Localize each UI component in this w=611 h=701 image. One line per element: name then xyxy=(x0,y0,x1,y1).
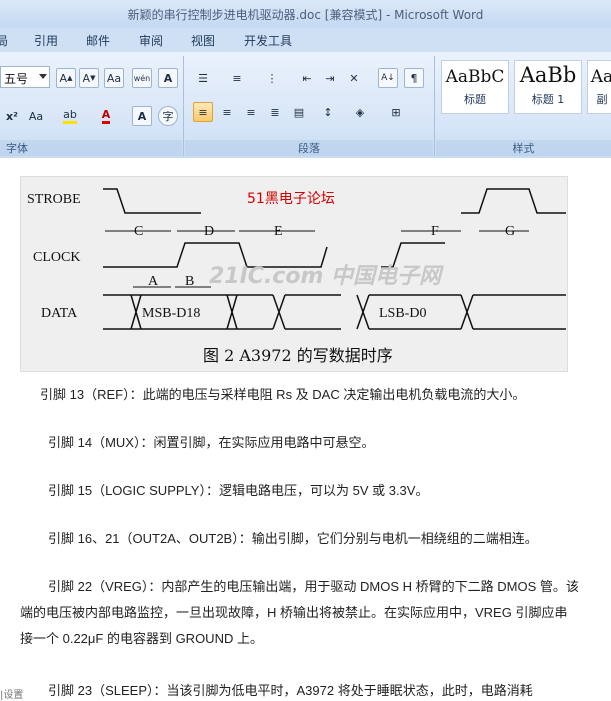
paragraph: 引脚 16、21（OUT2A、OUT2B）：输出引脚，它们分别与电机一相绕组的二… xyxy=(48,531,538,546)
chevron-down-icon xyxy=(39,74,47,79)
lsb-label: LSB-D0 xyxy=(379,306,426,321)
paragraph: 引脚 23（SLEEP）：当该引脚为低电平时，A3972 将处于睡眠状态，此时，… xyxy=(48,683,533,698)
style-preview: Aa xyxy=(590,67,611,87)
tab-references[interactable]: 引用 xyxy=(34,32,58,49)
font-color-button[interactable]: A xyxy=(96,106,116,126)
paragraph: 引脚 22（VREG）：内部产生的电压输出端，用于驱动 DMOS H 桥臂的下二… xyxy=(20,579,579,646)
style-subtitle[interactable]: Aa 副 xyxy=(587,60,611,114)
style-name: 标题 xyxy=(464,93,486,106)
align-center-button[interactable]: ≡ xyxy=(217,102,237,122)
align-right-button[interactable]: ≡ xyxy=(241,102,261,122)
char-border-button[interactable]: A xyxy=(158,68,178,88)
style-preview: AaBb xyxy=(519,63,577,87)
timing-diagram-image: STROBE CLOCK DATA 51黑电子论坛 C D E F G A B … xyxy=(20,176,568,372)
tab-view[interactable]: 视图 xyxy=(191,32,215,49)
style-heading-1[interactable]: AaBb 标题 1 xyxy=(514,60,582,114)
site-logo: 21IC.com 中国电子网 xyxy=(209,264,444,289)
char-shading-button[interactable]: A xyxy=(132,106,152,126)
grow-font-button[interactable]: A ▲ xyxy=(56,68,76,88)
style-preview: AaBbC xyxy=(445,67,505,87)
interval-label: F xyxy=(431,224,439,239)
figure-caption: 图 2 A3972 的写数据时序 xyxy=(203,346,393,365)
font-size-select[interactable]: 五号 xyxy=(0,66,50,88)
clock-label: CLOCK xyxy=(33,250,80,265)
document-page[interactable]: STROBE CLOCK DATA 51黑电子论坛 C D E F G A B … xyxy=(0,158,611,701)
line-spacing-icon[interactable]: ↕ xyxy=(318,102,338,122)
increase-indent-icon[interactable]: ⇥ xyxy=(320,68,340,88)
interval-label: B xyxy=(185,274,194,289)
tab-developer[interactable]: 开发工具 xyxy=(244,32,292,49)
align-left-button[interactable]: ≡ xyxy=(193,102,213,122)
style-name: 标题 1 xyxy=(531,93,565,106)
interval-label: A xyxy=(148,274,159,289)
tab-review[interactable]: 审阅 xyxy=(139,32,163,49)
window-title: 新颖的串行控制步进电机驱动器.doc [兼容模式] - Microsoft Wo… xyxy=(127,8,484,22)
superscript-button[interactable]: x² xyxy=(2,106,22,126)
paragraph: 引脚 13（REF）：此端的电压与采样电阻 Rs 及 DAC 决定输出电机负载电… xyxy=(40,387,526,402)
interval-label: D xyxy=(204,224,214,239)
phonetic-guide-button[interactable]: wén xyxy=(132,68,152,88)
tab-mailings[interactable]: 邮件 xyxy=(86,32,110,49)
style-name: 副 xyxy=(596,93,608,106)
strobe-label: STROBE xyxy=(27,192,81,207)
divider xyxy=(434,56,435,156)
group-label-font: 字体 xyxy=(0,140,182,156)
interval-label: C xyxy=(134,224,143,239)
ribbon-tabs: 局 引用 邮件 审阅 视图 开发工具 xyxy=(0,28,611,53)
chinese-layout-icon[interactable]: ✕ xyxy=(344,68,364,88)
divider xyxy=(183,56,184,156)
watermark-text: 51黑电子论坛 xyxy=(247,191,335,207)
shrink-font-button[interactable]: A ▼ xyxy=(79,68,99,88)
paragraph: 引脚 14（MUX）：闲置引脚，在实际应用电路中可悬空。 xyxy=(48,435,375,450)
paragraph: 引脚 15（LOGIC SUPPLY）：逻辑电路电压，可以为 5V 或 3.3V… xyxy=(48,483,429,498)
msb-label: MSB-D18 xyxy=(142,306,200,321)
data-label: DATA xyxy=(41,306,78,321)
status-corner: |设置 xyxy=(0,690,24,701)
justify-button[interactable]: ≣ xyxy=(265,102,285,122)
group-label-paragraph: 段落 xyxy=(185,140,433,156)
title-bar: 新颖的串行控制步进电机驱动器.doc [兼容模式] - Microsoft Wo… xyxy=(0,0,611,29)
clear-format-button[interactable]: Aa xyxy=(104,68,124,88)
shading-icon[interactable]: ◈ xyxy=(350,102,370,122)
style-title[interactable]: AaBbC 标题 xyxy=(441,60,509,114)
interval-label: E xyxy=(274,224,283,239)
show-marks-icon[interactable]: ¶ xyxy=(404,68,424,88)
group-label-styles: 样式 xyxy=(436,140,611,156)
sort-icon[interactable]: A↓ xyxy=(378,68,398,88)
enclose-char-button[interactable]: 字 xyxy=(158,106,178,126)
ribbon: 五号 A ▲ A ▼ Aa wén A x² Aa ab A A 字 字体 ☰ ≡ … xyxy=(0,52,611,159)
interval-label: G xyxy=(505,224,515,239)
borders-icon[interactable]: ⊞ xyxy=(386,102,406,122)
bullets-icon[interactable]: ☰ xyxy=(193,68,213,88)
font-size-value: 五号 xyxy=(4,72,29,86)
numbering-icon[interactable]: ≡ xyxy=(227,68,247,88)
timing-diagram: STROBE CLOCK DATA 51黑电子论坛 C D E F G A B … xyxy=(27,188,566,365)
highlight-button[interactable]: ab xyxy=(60,106,80,126)
multilevel-list-icon[interactable]: ⋮ xyxy=(262,68,282,88)
decrease-indent-icon[interactable]: ⇤ xyxy=(297,68,317,88)
distributed-button[interactable]: ▤ xyxy=(289,102,309,122)
change-case-button[interactable]: Aa xyxy=(26,106,46,126)
tab-layout[interactable]: 局 xyxy=(0,32,8,49)
